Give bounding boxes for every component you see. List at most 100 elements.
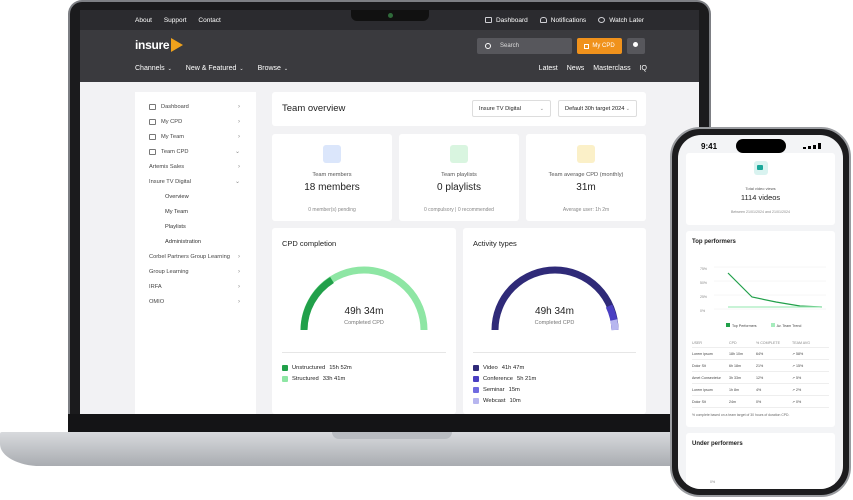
insuretv-logo[interactable]: insure — [135, 38, 184, 52]
chart-legend: Top Performers Av. Team Trend — [726, 323, 801, 328]
sidebar-subitem-my-team[interactable]: My Team — [135, 204, 256, 219]
chevron-right-icon: › — [238, 133, 240, 140]
chevron-down-icon: ⌄ — [625, 105, 630, 112]
nav-new-featured[interactable]: New & Featured ⌄ — [186, 65, 244, 72]
nav-browse[interactable]: Browse ⌄ — [258, 65, 289, 72]
sidebar-item-omio[interactable]: OMIO › — [135, 294, 256, 309]
performers-table: USER CPD% COMPLETE TEAM AVG Lorem ipsum 18h… — [692, 339, 829, 417]
chevron-down-icon: ⌄ — [234, 149, 240, 155]
play-icon — [171, 38, 184, 52]
sidebar-item-corbel[interactable]: Corbel Partners Group Learning › — [135, 249, 256, 264]
chevron-right-icon: › — [238, 283, 240, 290]
sidebar-item-my-cpd[interactable]: My CPD › — [135, 114, 256, 129]
bell-icon — [539, 17, 547, 23]
table-row: Amet Consectetur 3h 33m 12% ↗ 5% — [692, 372, 829, 384]
chevron-right-icon: › — [238, 253, 240, 260]
sidebar: Dashboard › My CPD › My Team › Team CPD ⌄ Ar… — [135, 92, 256, 414]
cpd-completion-panel: CPD completion 49h 34m Completed CPD Uns… — [272, 228, 456, 414]
legend-unstructured: Unstructured 15h 52m — [282, 362, 352, 373]
organisation-select[interactable]: Insure TV Digital ⌄ — [472, 100, 551, 117]
support-link[interactable]: Support — [164, 17, 187, 24]
graduation-icon — [149, 118, 156, 125]
clock-icon — [598, 17, 606, 23]
team-overview-header: Team overview Insure TV Digital ⌄ Default… — [272, 92, 646, 126]
top-performers-card: Top performers 75% 50% 25% 0% Top Perfor… — [686, 231, 835, 427]
chevron-down-icon: ⌄ — [167, 66, 172, 72]
activity-types-panel: Activity types 49h 34m Completed CPD Vid… — [463, 228, 646, 414]
top-performers-line — [727, 272, 823, 308]
laptop-opening-notch — [332, 432, 452, 439]
main-header: insure Search My CPD Channels ⌄ New & Fea… — [80, 30, 699, 82]
divider — [282, 352, 446, 353]
sidebar-item-insure-tv-digital[interactable]: Insure TV Digital ⌄ — [135, 174, 256, 189]
phone-screen: 9:41 Total video views 1114 videos Betwe… — [678, 135, 843, 489]
dashboard-link[interactable]: Dashboard — [484, 17, 528, 24]
team-icon — [149, 133, 156, 140]
legend-structured: Structured 33h 41m — [282, 373, 352, 384]
sidebar-item-artemis-sales[interactable]: Artemis Sales › — [135, 159, 256, 174]
nav-channels[interactable]: Channels ⌄ — [135, 65, 172, 72]
legend-webcast: Webcast 10m — [473, 395, 536, 406]
table-row: Lorem ipsum 1h 8m 4% ↗ 2% — [692, 384, 829, 396]
chevron-down-icon: ⌄ — [239, 66, 244, 72]
sidebar-item-my-team[interactable]: My Team › — [135, 129, 256, 144]
nav-latest[interactable]: Latest — [539, 65, 558, 72]
legend-conference: Conference 5h 21m — [473, 373, 536, 384]
nav-news[interactable]: News — [567, 65, 585, 72]
legend-video: Video 41h 47m — [473, 362, 536, 373]
signal-icon — [803, 143, 829, 149]
cpd-icon — [584, 43, 590, 49]
sidebar-subitem-overview[interactable]: Overview — [135, 189, 256, 204]
sidebar-subitem-administration[interactable]: Administration — [135, 234, 256, 249]
nav-iq[interactable]: IQ — [640, 65, 647, 72]
laptop-screen: About Support Contact Dashboard Notifica… — [80, 10, 699, 414]
contact-link[interactable]: Contact — [198, 17, 220, 24]
video-icon — [754, 161, 768, 175]
cpd-legend: Unstructured 15h 52m Structured 33h 41m — [282, 362, 352, 384]
chevron-down-icon: ⌄ — [539, 105, 544, 112]
search-icon — [485, 43, 491, 49]
watch-later-link[interactable]: Watch Later — [598, 17, 644, 24]
users-icon — [323, 145, 341, 163]
under-performers-card: Under performers 0% — [686, 433, 835, 489]
chevron-down-icon: ⌄ — [283, 66, 289, 72]
sidebar-item-group-learning[interactable]: Group Learning › — [135, 264, 256, 279]
table-header: USER CPD% COMPLETE TEAM AVG — [692, 339, 829, 348]
page-title: Team overview — [282, 103, 346, 114]
nav-masterclass[interactable]: Masterclass — [593, 65, 630, 72]
table-footnote: % complete based on a team target of 30 … — [692, 413, 790, 417]
sidebar-item-dashboard[interactable]: Dashboard › — [135, 99, 256, 114]
video-views-card: Total video views 1114 videos Between 21… — [686, 153, 835, 225]
about-link[interactable]: About — [135, 17, 152, 24]
activity-legend: Video 41h 47m Conference 5h 21m Seminar 15m… — [473, 362, 536, 406]
notifications-link[interactable]: Notifications — [539, 17, 586, 24]
team-average-cpd-card: Team average CPD (monthly) 31m Average u… — [526, 134, 646, 221]
camera-icon — [388, 13, 393, 18]
laptop-chin — [68, 414, 711, 432]
status-time: 9:41 — [701, 142, 718, 151]
camera-notch — [351, 10, 429, 21]
chevron-right-icon: › — [238, 118, 240, 125]
team-cpd-icon — [149, 148, 156, 155]
sidebar-item-irfa[interactable]: IRFA › — [135, 279, 256, 294]
table-row: Dolor Sit 6h 18m 21% ↗ 15% — [692, 360, 829, 372]
chevron-right-icon: › — [238, 298, 240, 305]
sidebar-subitem-playlists[interactable]: Playlists — [135, 219, 256, 234]
search-input[interactable]: Search — [477, 38, 572, 54]
user-avatar-button[interactable] — [627, 38, 645, 54]
divider — [473, 352, 636, 353]
team-playlists-card: Team playlists 0 playlists 0 compulsory … — [399, 134, 519, 221]
legend-seminar: Seminar 15m — [473, 384, 536, 395]
sidebar-item-team-cpd[interactable]: Team CPD ⌄ — [135, 144, 256, 159]
my-cpd-button[interactable]: My CPD — [577, 38, 622, 54]
secondary-nav: Latest News Masterclass IQ — [539, 65, 647, 72]
chevron-right-icon: › — [238, 103, 240, 110]
main-nav: Channels ⌄ New & Featured ⌄ Browse ⌄ — [135, 65, 288, 72]
user-badge-icon — [577, 145, 595, 163]
chevron-down-icon: ⌄ — [234, 179, 240, 185]
monitor-icon — [484, 17, 492, 23]
dynamic-island — [736, 139, 786, 153]
chevron-right-icon: › — [238, 163, 240, 170]
target-select[interactable]: Default 30h target 2024 ⌄ — [558, 100, 637, 117]
table-row: Dolor Sit 24m 0% ↗ 0% — [692, 396, 829, 408]
